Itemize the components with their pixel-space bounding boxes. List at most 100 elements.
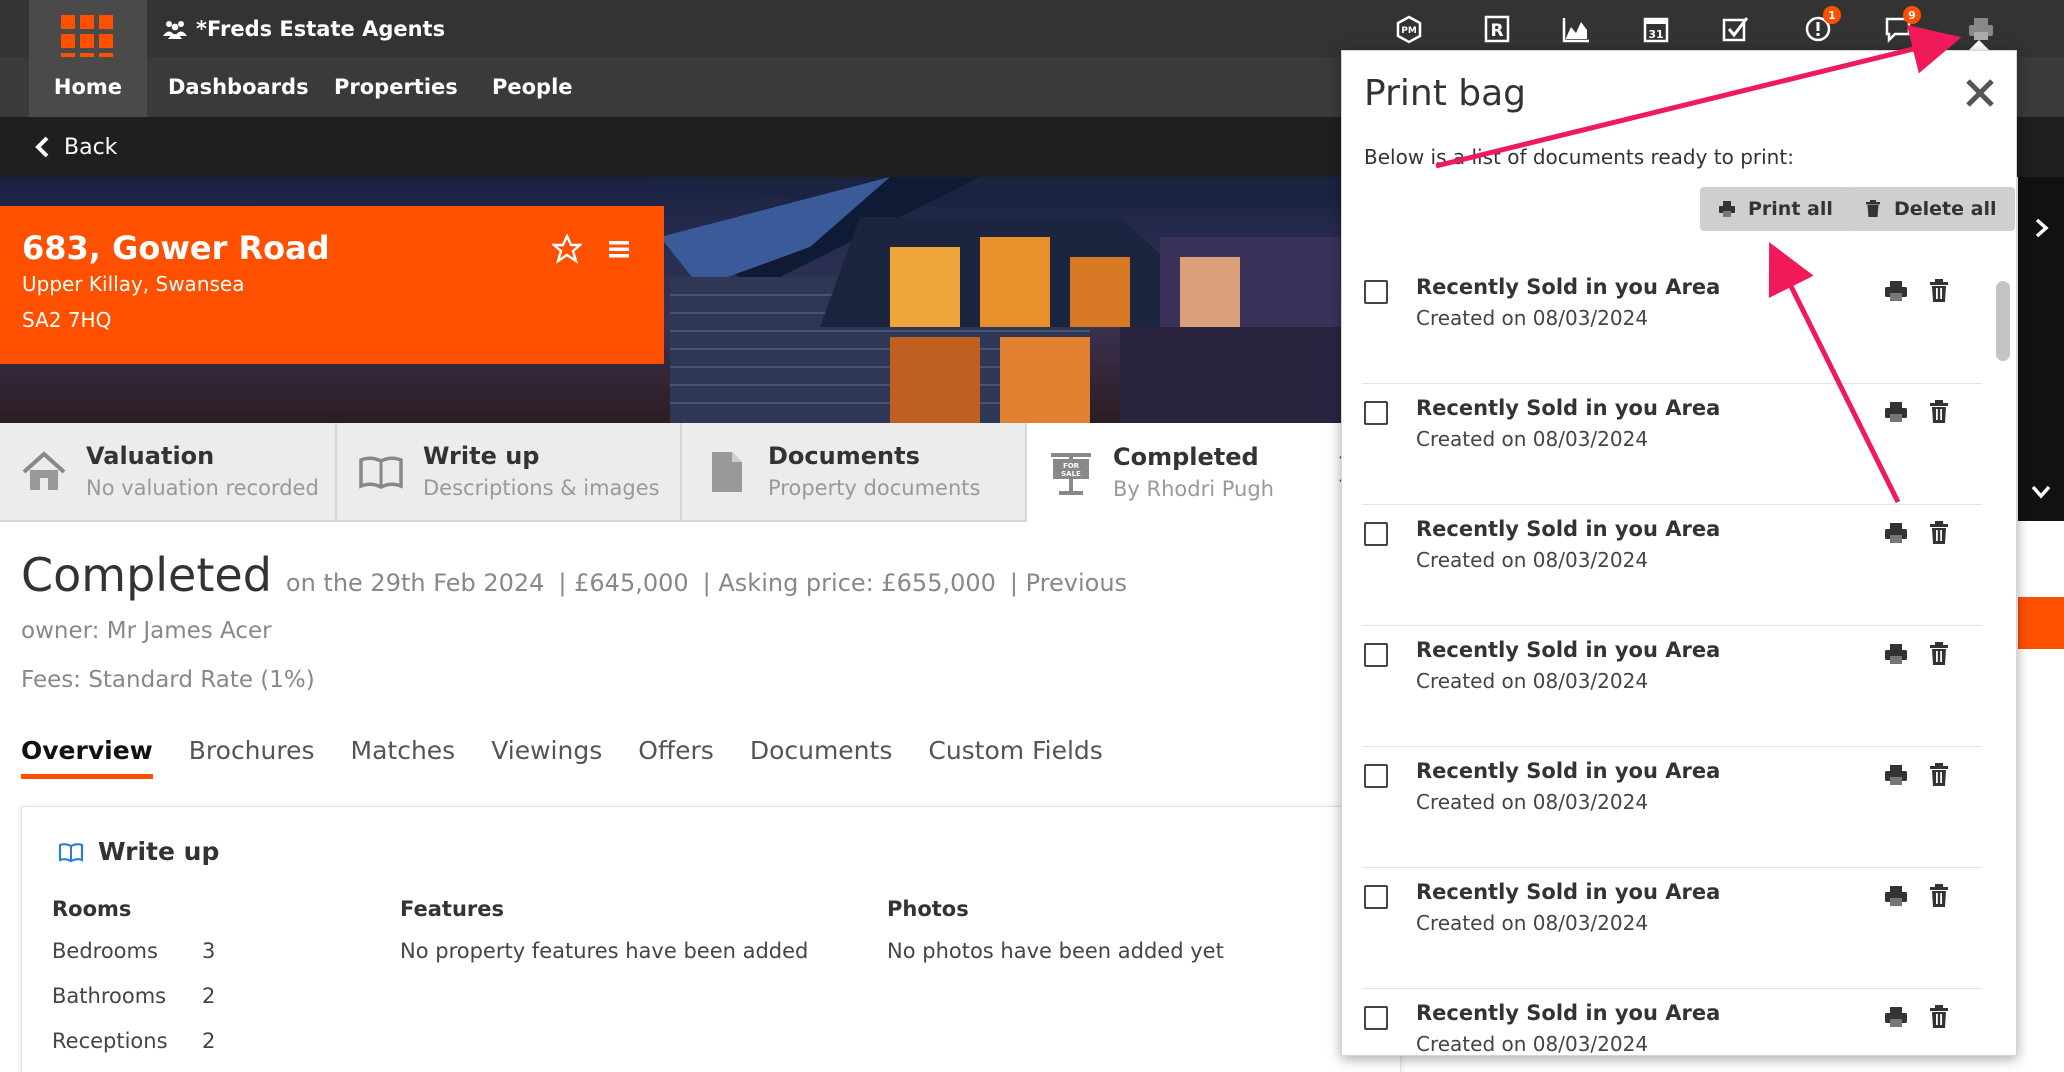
room-row: Bathrooms 2 — [52, 984, 292, 1008]
tab-overview[interactable]: Overview — [21, 731, 153, 779]
trash-icon[interactable] — [1925, 519, 1953, 547]
item-checkbox[interactable] — [1364, 643, 1388, 667]
print-bag-item: Recently Sold in you Area Created on 08/0… — [1342, 263, 1992, 384]
print-bag-scrollbar[interactable] — [1996, 281, 2010, 361]
item-name: Recently Sold in you Area — [1416, 1001, 1721, 1025]
tab-custom-fields[interactable]: Custom Fields — [928, 731, 1102, 779]
status-title: Write up — [423, 441, 540, 470]
back-button[interactable]: Back — [34, 131, 117, 163]
status-tab-completed[interactable]: FOR SALE Completed By Rhodri Pugh — [1027, 423, 1380, 522]
property-manager-icon: PM — [1396, 15, 1422, 44]
previous-link[interactable]: | Previous — [1010, 569, 1127, 597]
menu-icon[interactable] — [604, 234, 634, 264]
print-icon[interactable] — [1882, 882, 1910, 910]
delete-all-button[interactable]: Delete all — [1846, 187, 2015, 231]
trash-icon[interactable] — [1925, 882, 1953, 910]
tab-documents[interactable]: Documents — [750, 731, 893, 779]
document-icon — [712, 451, 742, 492]
status-tab-write-up[interactable]: Write up Descriptions & images — [337, 423, 682, 522]
room-count: 2 — [202, 984, 216, 1008]
sale-price: | £645,000 — [558, 569, 689, 597]
nav-dashboards[interactable]: Dashboards — [168, 57, 309, 117]
messages-button[interactable]: 9 — [1877, 6, 1921, 50]
print-icon[interactable] — [1882, 761, 1910, 789]
photos-heading: Photos — [887, 897, 969, 921]
people-group-icon — [163, 21, 187, 39]
room-row: Receptions 2 — [52, 1029, 292, 1053]
print-icon[interactable] — [1882, 277, 1910, 305]
house-icon — [22, 450, 66, 490]
agency-switcher[interactable]: *Freds Estate Agents — [162, 14, 445, 44]
edge-accent — [2018, 597, 2064, 649]
trash-icon[interactable] — [1925, 398, 1953, 426]
print-bag-description: Below is a list of documents ready to pr… — [1364, 145, 1794, 169]
item-checkbox[interactable] — [1364, 764, 1388, 788]
print-icon[interactable] — [1882, 398, 1910, 426]
for-sale-sign-icon: FORSALE — [1051, 452, 1091, 495]
reports-button[interactable] — [1555, 8, 1597, 50]
status-tab-documents[interactable]: Documents Property documents — [682, 423, 1027, 522]
house-photo — [640, 177, 1420, 423]
svg-text:R: R — [1490, 21, 1503, 41]
svg-text:PM: PM — [1401, 26, 1417, 36]
chevron-left-icon — [35, 136, 49, 158]
write-up-panel: Write up Rooms Features Photos No proper… — [21, 806, 1401, 1072]
app-launcher-button[interactable] — [29, 0, 147, 67]
nav-home[interactable]: Home — [29, 57, 147, 125]
chevron-down-icon[interactable] — [2030, 480, 2052, 502]
tab-matches[interactable]: Matches — [351, 731, 456, 779]
nav-properties[interactable]: Properties — [334, 57, 458, 117]
item-checkbox[interactable] — [1364, 1006, 1388, 1030]
trash-icon[interactable] — [1925, 277, 1953, 305]
book-icon — [58, 842, 84, 862]
trash-icon[interactable] — [1925, 640, 1953, 668]
item-checkbox[interactable] — [1364, 522, 1388, 546]
trash-icon[interactable] — [1925, 1003, 1953, 1031]
property-manager-button[interactable]: PM — [1388, 8, 1430, 50]
trash-icon[interactable] — [1925, 761, 1953, 789]
asking-price: | Asking price: £655,000 — [702, 569, 996, 597]
write-up-heading: Write up — [58, 837, 219, 866]
tab-brochures[interactable]: Brochures — [189, 731, 315, 779]
item-checkbox[interactable] — [1364, 885, 1388, 909]
tab-viewings[interactable]: Viewings — [491, 731, 602, 779]
nav-people[interactable]: People — [492, 57, 573, 117]
owner-name[interactable]: owner: Mr James Acer — [21, 618, 272, 644]
sale-status: Completed — [21, 548, 272, 602]
item-created-date: Created on 08/03/2024 — [1416, 306, 1649, 330]
rightmove-icon: R — [1484, 15, 1510, 43]
edge-scroller — [2018, 177, 2064, 521]
item-created-date: Created on 08/03/2024 — [1416, 911, 1649, 935]
print-icon[interactable] — [1882, 519, 1910, 547]
alerts-button[interactable]: 1 — [1797, 6, 1841, 50]
item-name: Recently Sold in you Area — [1416, 759, 1721, 783]
print-icon[interactable] — [1882, 640, 1910, 668]
book-icon — [359, 456, 403, 489]
room-label: Bedrooms — [52, 939, 158, 963]
status-tab-valuation[interactable]: Valuation No valuation recorded — [0, 423, 337, 522]
item-created-date: Created on 08/03/2024 — [1416, 427, 1649, 451]
chevron-right-icon[interactable] — [2030, 217, 2052, 239]
item-name: Recently Sold in you Area — [1416, 638, 1721, 662]
star-icon[interactable] — [552, 234, 582, 264]
print-icon[interactable] — [1882, 1003, 1910, 1031]
calendar-button[interactable]: 31 — [1635, 8, 1677, 50]
svg-text:FOR: FOR — [1063, 462, 1080, 470]
status-subtitle: No valuation recorded — [86, 475, 319, 500]
item-checkbox[interactable] — [1364, 401, 1388, 425]
trash-icon — [1866, 200, 1880, 217]
item-checkbox[interactable] — [1364, 280, 1388, 304]
calendar-icon: 31 — [1643, 17, 1669, 43]
print-all-button[interactable]: Print all — [1700, 187, 1851, 231]
status-subtitle: Descriptions & images — [423, 475, 660, 500]
close-icon[interactable] — [1962, 75, 1998, 111]
rightmove-button[interactable]: R — [1476, 8, 1518, 50]
print-bag-item: Recently Sold in you Area Created on 08/0… — [1342, 384, 1992, 505]
delete-all-label: Delete all — [1894, 198, 1997, 220]
write-up-title: Write up — [98, 837, 220, 866]
tasks-button[interactable] — [1714, 8, 1756, 50]
address-line-1: 683, Gower Road — [22, 229, 330, 267]
print-bag-panel: Print bag Below is a list of documents r… — [1341, 50, 2017, 1056]
tab-offers[interactable]: Offers — [638, 731, 714, 779]
fees-rate: Fees: Standard Rate (1%) — [21, 667, 315, 693]
